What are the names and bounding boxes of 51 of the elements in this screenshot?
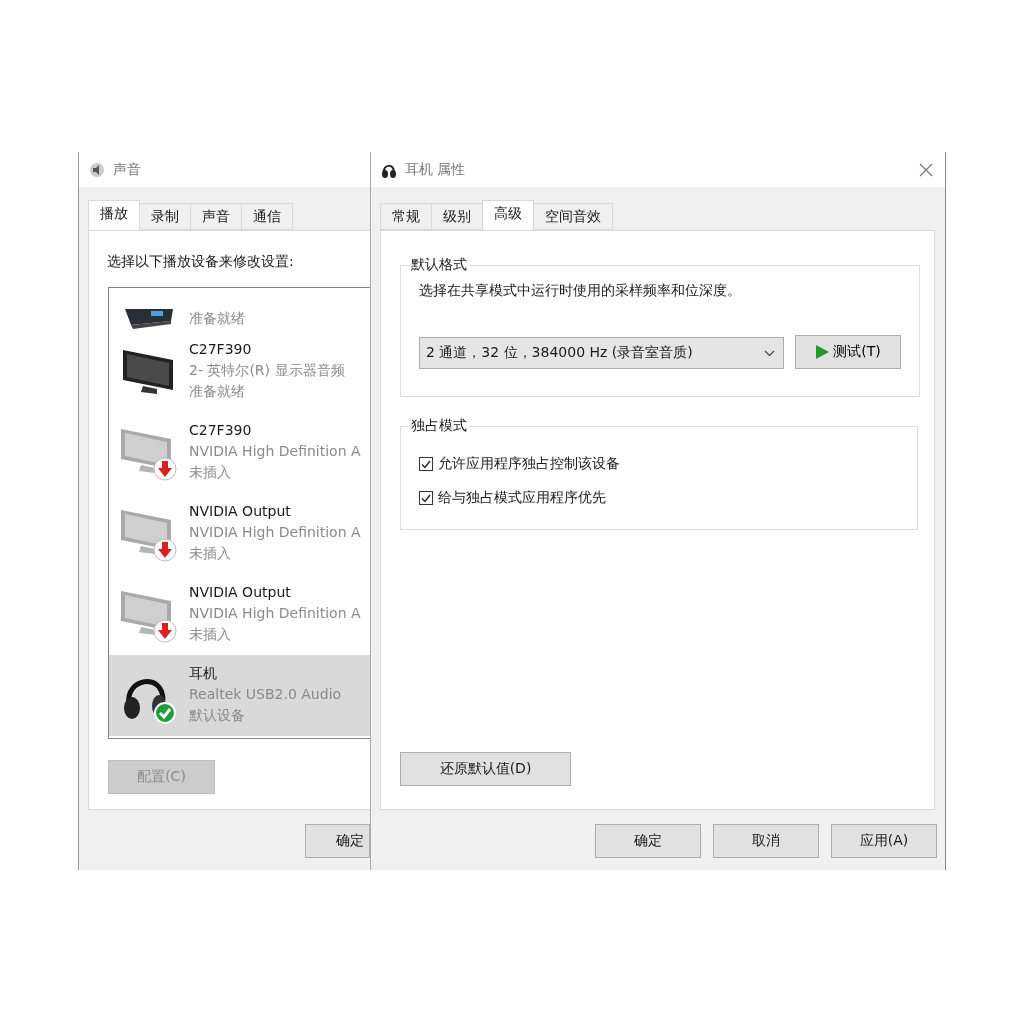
device-status: 准备就绪 (189, 309, 245, 328)
description-text: 选择在共享模式中运行时使用的采样频率和位深度。 (419, 282, 742, 300)
device-name: C27F390 (189, 421, 253, 440)
window-title: 耳机 属性 (405, 160, 466, 179)
device-item[interactable]: C27F390 2- 英特尔(R) 显示器音频 准备就绪 (109, 331, 370, 412)
tab[interactable]: 常规 (380, 203, 432, 230)
device-description: Realtek USB2.0 Audio (189, 685, 342, 704)
tab[interactable]: 级别 (431, 203, 483, 230)
checkbox-label: 给与独占模式应用程序优先 (438, 489, 606, 507)
checkbox[interactable] (419, 491, 433, 505)
play-icon (815, 345, 830, 359)
device-item[interactable]: NVIDIA Output NVIDIA High Definition A 未插入 (109, 493, 370, 574)
speaker-icon (89, 161, 105, 178)
device-status: 未插入 (189, 544, 232, 563)
device-status: 未插入 (189, 463, 232, 482)
dialog-button[interactable]: 取消 (713, 824, 819, 858)
instruction-text: 选择以下播放设备来修改设置: (107, 253, 295, 271)
window-title: 声音 (113, 160, 141, 179)
checkbox[interactable] (419, 457, 433, 471)
device-name: C27F390 (189, 340, 253, 359)
restore-defaults-button[interactable]: 还原默认值(D) (400, 752, 571, 786)
tab[interactable]: 播放 (88, 200, 140, 230)
dialog-button[interactable]: 应用(A) (831, 824, 937, 858)
tab[interactable]: 高级 (482, 200, 534, 230)
device-item[interactable]: NVIDIA Output NVIDIA High Definition A 未插入 (109, 574, 370, 655)
device-item[interactable]: 准备就绪 (109, 288, 370, 331)
device-status: 未插入 (189, 625, 232, 644)
close-icon[interactable] (919, 162, 933, 177)
device-status: 准备就绪 (189, 382, 246, 401)
device-item[interactable]: 耳机 Realtek USB2.0 Audio 默认设备 (109, 655, 370, 736)
device-item[interactable]: C27F390 NVIDIA High Definition A 未插入 (109, 412, 370, 493)
device-description: NVIDIA High Definition A (189, 523, 361, 542)
device-description: NVIDIA High Definition A (189, 604, 361, 623)
dialog-button[interactable]: 确定 (595, 824, 701, 858)
checkbox-label: 允许应用程序独占控制该设备 (438, 455, 620, 473)
tab[interactable]: 录制 (139, 203, 191, 230)
chevron-down-icon (764, 349, 775, 357)
device-name: 耳机 (189, 664, 218, 683)
tab[interactable]: 空间音效 (533, 203, 613, 230)
device-name: NVIDIA Output (189, 502, 292, 521)
device-description: NVIDIA High Definition A (189, 442, 361, 461)
device-name: NVIDIA Output (189, 583, 292, 602)
format-dropdown[interactable]: 2 通道，32 位，384000 Hz (录音室音质) (419, 337, 784, 369)
group-title: 独占模式 (410, 417, 468, 435)
device-description: 2- 英特尔(R) 显示器音频 (189, 361, 345, 380)
ok-button[interactable]: 确定 (305, 824, 370, 858)
tab[interactable]: 通信 (241, 203, 293, 230)
test-button[interactable]: 测试(T) (795, 335, 901, 369)
tab[interactable]: 声音 (190, 203, 242, 230)
group-title: 默认格式 (410, 256, 468, 274)
device-status: 默认设备 (189, 706, 246, 725)
